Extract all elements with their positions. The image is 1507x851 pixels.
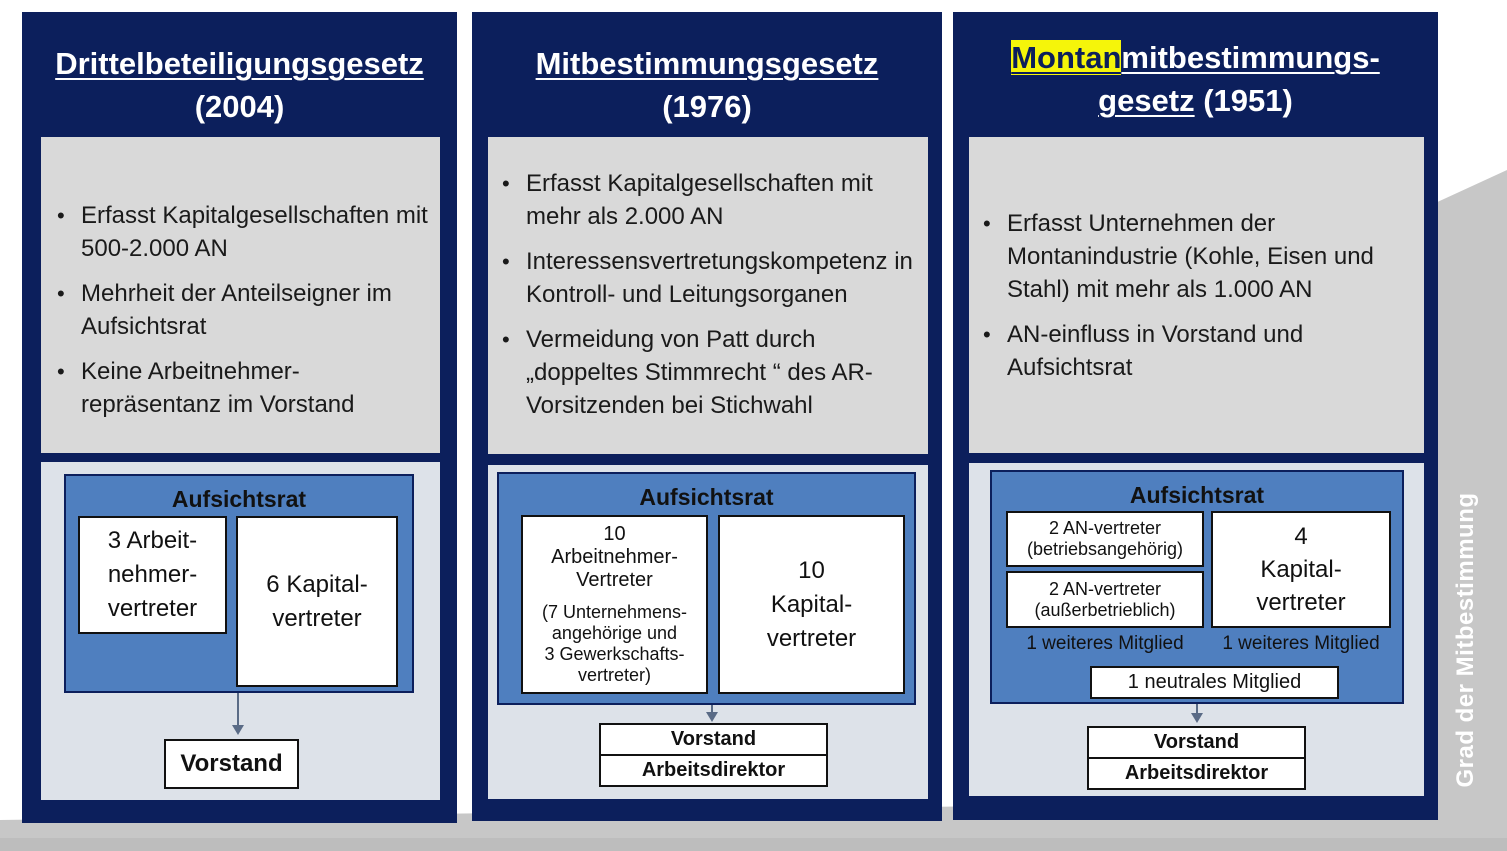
arrow-down-icon xyxy=(706,712,718,722)
bullet-item: AN-einfluss in Vorstand und Aufsichtsrat xyxy=(983,318,1414,384)
org-chart: Aufsichtsrat 10 Arbeitnehmer- Vertreter … xyxy=(488,465,928,799)
labor-director-box: Arbeitsdirektor xyxy=(1087,757,1306,790)
arrow-down-icon xyxy=(1191,713,1203,723)
org-chart: Aufsichtsrat 2 AN-vertreter (betriebsang… xyxy=(969,463,1424,796)
info-box: Erfasst Kapitalgesellschaften mit 500-2.… xyxy=(41,137,440,453)
bullet-item: Erfasst Kapitalgesellschaften mit mehr a… xyxy=(502,167,918,233)
column-drittelbeteiligung: Drittelbeteiligungsgesetz (2004) Erfasst… xyxy=(22,12,457,823)
bullet-item: Erfasst Unternehmen der Montanindustrie … xyxy=(983,207,1414,306)
bullet-item: Vermeidung von Patt durch „doppeltes Sti… xyxy=(502,323,918,422)
org-chart: Aufsichtsrat 3 Arbeit- nehmer- vertreter… xyxy=(41,462,440,800)
executive-board-box: Vorstand xyxy=(599,723,828,756)
arrow-connector xyxy=(237,693,239,727)
additional-member-left: 1 weiteres Mitglied xyxy=(1026,633,1184,654)
law-name: Mitbestimmungsgesetz xyxy=(535,46,879,81)
capital-representatives-box: 10 Kapital- vertreter xyxy=(718,515,905,694)
employee-note: (7 Unternehmens- angehörige und 3 Gewerk… xyxy=(541,602,688,685)
law-year: (1951) xyxy=(1194,83,1293,118)
bullet-list: Erfasst Unternehmen der Montanindustrie … xyxy=(983,207,1414,384)
an-representatives-external-box: 2 AN-vertreter (außerbetrieblich) xyxy=(1006,571,1204,628)
ramp-label: Grad der Mitbestimmung xyxy=(1452,492,1479,788)
employee-representatives-box: 3 Arbeit- nehmer- vertreter xyxy=(78,516,227,634)
an-representatives-internal-box: 2 AN-vertreter (betriebsangehörig) xyxy=(1006,511,1204,567)
bullet-item: Erfasst Kapitalgesellschaften mit 500-2.… xyxy=(57,199,430,265)
board-title: Aufsichtsrat xyxy=(171,486,307,512)
column-mitbestimmung: Mitbestimmungsgesetz (1976) Erfasst Kapi… xyxy=(472,12,942,821)
column-title: Drittelbeteiligungsgesetz (2004) xyxy=(22,42,457,128)
law-name-highlight: Montan xyxy=(1011,40,1122,75)
column-title: Montanmitbestimmungs- gesetz (1951) xyxy=(953,36,1438,122)
law-name: Drittelbeteiligungsgesetz xyxy=(55,46,424,81)
board-title: Aufsichtsrat xyxy=(639,484,774,510)
arrow-down-icon xyxy=(232,725,244,735)
supervisory-board: Aufsichtsrat 3 Arbeit- nehmer- vertreter… xyxy=(64,474,414,693)
executive-board-box: Vorstand xyxy=(1087,726,1306,759)
law-name: mitbestimmungs- xyxy=(1121,40,1380,75)
employee-representatives-box: 10 Arbeitnehmer- Vertreter (7 Unternehme… xyxy=(521,515,708,694)
info-box: Erfasst Unternehmen der Montanindustrie … xyxy=(969,137,1424,453)
supervisory-board: Aufsichtsrat 10 Arbeitnehmer- Vertreter … xyxy=(497,472,916,705)
bullet-list: Erfasst Kapitalgesellschaften mit mehr a… xyxy=(502,167,918,422)
law-year: (1976) xyxy=(662,89,752,124)
law-year: (2004) xyxy=(194,89,285,124)
bullet-item: Mehrheit der Anteilseigner im Aufsichtsr… xyxy=(57,277,430,343)
bullet-list: Erfasst Kapitalgesellschaften mit 500-2.… xyxy=(57,199,430,421)
capital-representatives-box: 4 Kapital- vertreter xyxy=(1211,511,1391,628)
bullet-item: Interessensvertretungskompetenz in Kontr… xyxy=(502,245,918,311)
capital-representatives-box: 6 Kapital- vertreter xyxy=(236,516,398,687)
labor-director-box: Arbeitsdirektor xyxy=(599,754,828,787)
law-name-end: gesetz xyxy=(1098,83,1195,118)
column-montanmitbestimmung: Montanmitbestimmungs- gesetz (1951) Erfa… xyxy=(953,12,1438,820)
neutral-member-box: 1 neutrales Mitglied xyxy=(1090,666,1339,699)
column-title: Mitbestimmungsgesetz (1976) xyxy=(472,42,942,128)
executive-board-box: Vorstand xyxy=(164,739,299,789)
slide: Grad der Mitbestimmung Drittelbeteiligun… xyxy=(0,0,1507,851)
supervisory-board: Aufsichtsrat 2 AN-vertreter (betriebsang… xyxy=(990,470,1404,704)
additional-member-right: 1 weiteres Mitglied xyxy=(1222,633,1380,654)
bullet-item: Keine Arbeitnehmer-repräsentanz im Vorst… xyxy=(57,355,430,421)
board-title: Aufsichtsrat xyxy=(1129,482,1265,508)
info-box: Erfasst Kapitalgesellschaften mit mehr a… xyxy=(488,137,928,454)
